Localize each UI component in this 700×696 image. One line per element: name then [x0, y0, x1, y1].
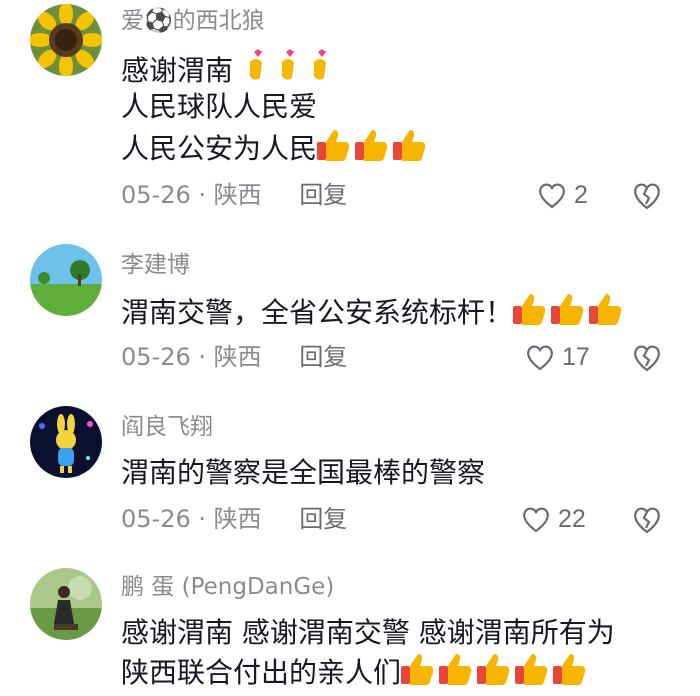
separator: · — [198, 343, 207, 371]
avatar[interactable] — [30, 568, 102, 640]
comment-location: 陕西 — [213, 505, 262, 533]
comment-date: 05-26 — [121, 505, 191, 533]
comment-text-line: 渭南交警，全省公安系统标杆！ — [121, 292, 631, 336]
rabbit-avatar-icon — [30, 406, 102, 478]
comment-line: 感谢渭南 — [121, 54, 234, 87]
reply-button[interactable]: 回复 — [299, 343, 347, 371]
like-count: 22 — [558, 504, 586, 533]
dislike-button[interactable] — [630, 178, 664, 212]
username[interactable]: 鹏 蛋 (PengDanGe) — [121, 572, 334, 602]
thumbs-up-emoji — [401, 652, 595, 696]
like-count: 17 — [562, 342, 590, 371]
person-outdoor-avatar-icon — [30, 568, 102, 640]
dislike-broken-heart-icon — [634, 507, 660, 534]
dislike-broken-heart-icon — [634, 345, 660, 372]
comment-date: 05-26 — [121, 181, 191, 209]
dislike-button[interactable] — [630, 502, 664, 536]
like-heart-icon — [539, 183, 565, 209]
comment-meta: 05-26 · 陕西 回复 — [121, 342, 347, 372]
comment-location: 陕西 — [213, 343, 262, 371]
like-button[interactable]: 2 — [536, 178, 588, 212]
comment-meta: 05-26 · 陕西 回复 — [121, 504, 347, 534]
comment-line: 人民公安为人民 — [121, 132, 318, 165]
like-button[interactable]: 22 — [520, 502, 586, 536]
comment-line: 人民球队人民爱 — [121, 90, 318, 123]
like-heart-icon — [527, 345, 553, 371]
avatar[interactable] — [30, 4, 102, 76]
sunflower-avatar-icon — [30, 4, 102, 76]
username[interactable]: 李建博 — [121, 250, 190, 280]
comment-line: 渭南交警，全省公安系统标杆！ — [121, 296, 514, 329]
comment-text-line: 陕西联合付出的亲人们 — [121, 652, 595, 696]
reply-button[interactable]: 回复 — [299, 505, 347, 533]
thumbs-up-emoji — [513, 292, 631, 336]
username[interactable]: 阎良飞翔 — [121, 412, 213, 442]
dislike-broken-heart-icon — [634, 183, 660, 210]
reply-button[interactable]: 回复 — [299, 181, 347, 209]
comment-line: 陕西联合付出的亲人们 — [121, 656, 402, 689]
like-heart-icon — [523, 507, 549, 533]
like-button[interactable]: 17 — [524, 340, 590, 374]
comment-meta: 05-26 · 陕西 回复 — [121, 180, 347, 210]
separator: · — [198, 181, 207, 209]
separator: · — [198, 505, 207, 533]
dislike-button[interactable] — [630, 340, 664, 374]
username[interactable]: 爱⚽的西北狼 — [121, 6, 265, 36]
comment-date: 05-26 — [121, 343, 191, 371]
comment-line: 渭南的警察是全国最棒的警察 — [121, 456, 486, 489]
landscape-avatar-icon — [30, 244, 102, 316]
comment-line: 感谢渭南 感谢渭南交警 感谢渭南所有为 — [121, 616, 615, 649]
avatar[interactable] — [30, 406, 102, 478]
like-count: 2 — [574, 180, 588, 209]
comment-text-line: 人民公安为人民 — [121, 128, 435, 172]
avatar[interactable] — [30, 244, 102, 316]
comment-location: 陕西 — [213, 181, 262, 209]
thumbs-up-emoji — [317, 128, 435, 172]
